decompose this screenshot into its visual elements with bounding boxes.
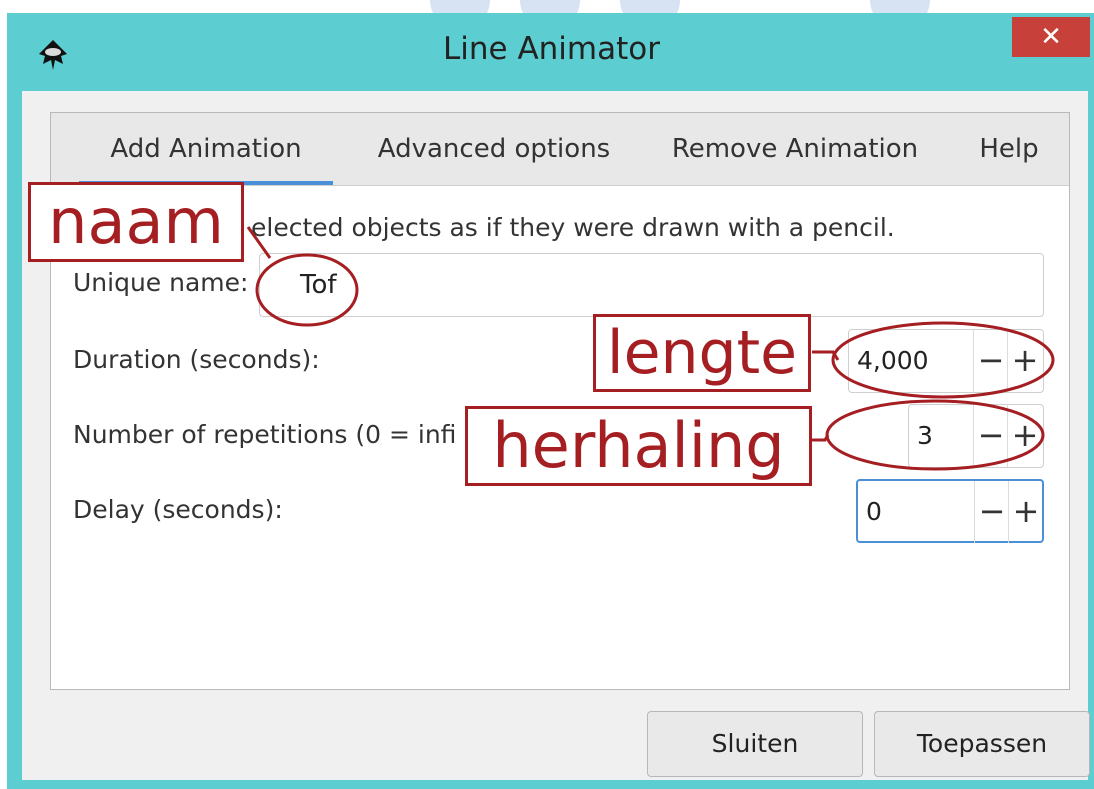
delay-label: Delay (seconds):: [73, 495, 283, 524]
close-icon[interactable]: ✕: [1012, 17, 1090, 57]
duration-spinbox[interactable]: 4,000 − +: [848, 329, 1044, 393]
apply-button[interactable]: Toepassen: [874, 711, 1090, 777]
tab-bar: Add Animation Advanced options Remove An…: [51, 113, 1069, 186]
duration-decrement-button[interactable]: −: [973, 330, 1008, 392]
repetitions-annotation: herhaling: [465, 406, 812, 486]
tab-help[interactable]: Help: [969, 113, 1049, 185]
window-title: Line Animator: [443, 31, 660, 67]
duration-increment-button[interactable]: +: [1007, 330, 1042, 392]
repetitions-value: 3: [917, 421, 933, 450]
delay-decrement-button[interactable]: −: [974, 481, 1009, 543]
unique-name-input[interactable]: Tof: [259, 253, 1044, 317]
delay-spinbox[interactable]: 0 − +: [856, 479, 1044, 543]
repetitions-label: Number of repetitions (0 = infi: [73, 420, 457, 449]
delay-increment-button[interactable]: +: [1008, 481, 1043, 543]
duration-label: Duration (seconds):: [73, 345, 320, 374]
description-text: elected objects as if they were drawn wi…: [251, 213, 895, 242]
name-annotation: naam: [28, 182, 244, 262]
tab-add-animation[interactable]: Add Animation: [79, 113, 333, 185]
close-button[interactable]: Sluiten: [647, 711, 863, 777]
titlebar[interactable]: Line Animator ✕: [7, 13, 1094, 95]
tab-advanced-options[interactable]: Advanced options: [369, 113, 619, 185]
repetitions-spinbox[interactable]: 3 − +: [908, 404, 1044, 468]
unique-name-label: Unique name:: [73, 268, 249, 297]
duration-annotation: lengte: [593, 314, 811, 392]
delay-value: 0: [866, 497, 882, 526]
repetitions-increment-button[interactable]: +: [1007, 405, 1042, 467]
dialog-window: Line Animator ✕ Add Animation Advanced o…: [7, 13, 1094, 789]
repetitions-decrement-button[interactable]: −: [973, 405, 1008, 467]
tab-remove-animation[interactable]: Remove Animation: [661, 113, 929, 185]
duration-value: 4,000: [857, 346, 929, 375]
